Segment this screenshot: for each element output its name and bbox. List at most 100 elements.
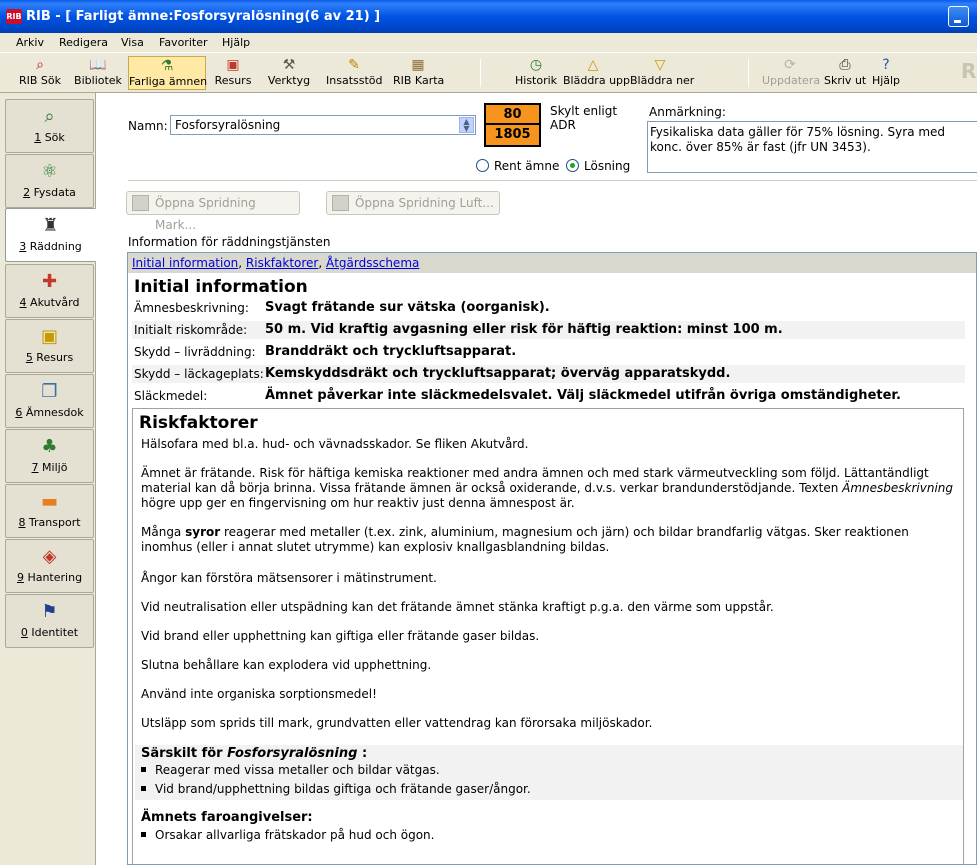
adr-un-number: 1805: [494, 127, 531, 142]
molecule-icon: ⚛: [41, 161, 58, 182]
toolbar-verktyg-button[interactable]: ⚒ Verktyg: [266, 56, 312, 90]
risk-paragraph: Vid brand eller upphettning kan giftiga …: [141, 629, 540, 643]
toolbar-hjalp-button[interactable]: ? Hjälp: [870, 56, 902, 90]
toolbar-uppdatera-button[interactable]: ⟳ Uppdatera: [762, 56, 820, 90]
risk-factors-box: Riskfaktorer Hälsofara med bl.a. hud- oc…: [132, 408, 964, 864]
toolbar-separator: [748, 59, 749, 87]
update-icon: ⟳: [784, 57, 796, 73]
toolbar-skriv-ut-button[interactable]: ⎙ Skriv ut: [824, 56, 866, 90]
risk-factors-title: Riskfaktorer: [139, 413, 258, 433]
info-row: Skydd – läckageplats: Kemskyddsdräkt och …: [132, 365, 965, 383]
info-panel[interactable]: Initial information, Riskfaktorer, Åtgär…: [127, 252, 977, 865]
toolbar-resurs-button[interactable]: ▣ Resurs: [212, 56, 254, 90]
radio-circle[interactable]: [476, 159, 489, 172]
menu-hjalp[interactable]: Hjälp: [222, 36, 250, 49]
title-bar[interactable]: RIB RIB - [ Farligt ämne:Fosforsyralösni…: [0, 0, 977, 33]
menu-arkiv[interactable]: Arkiv: [16, 36, 44, 49]
toolbar-separator: [480, 59, 481, 87]
risk-paragraph: Ångor kan förstöra mätsensorer i mätinst…: [141, 571, 437, 585]
risk-paragraph: Utsläpp som sprids till mark, grundvatte…: [141, 716, 653, 730]
hazard-statements-title: Ämnets faroangivelser:: [141, 810, 313, 825]
nav-tab-hantering[interactable]: ◈ 9 Hantering: [5, 539, 94, 593]
bullet-square-icon: [141, 786, 146, 791]
bullet-item: Reagerar med vissa metaller och bildar v…: [141, 763, 440, 777]
toolbar-farliga-amnen-button[interactable]: ⚗ Farliga ämnen: [128, 56, 207, 90]
remark-label: Anmärkning:: [649, 105, 726, 119]
left-nav: ⌕ 1 Sök ⚛ 2 Fysdata ♜ 3 Räddning ✚ 4 Aku…: [0, 93, 96, 865]
nav-tab-sok[interactable]: ⌕ 1 Sök: [5, 99, 94, 153]
name-label: Namn:: [128, 119, 168, 133]
special-title: Särskilt för Fosforsyralösning :: [141, 746, 368, 761]
spinner-icon[interactable]: ▲ ▼: [459, 117, 474, 133]
adr-hazard-number: 80: [486, 105, 539, 125]
rib-watermark-logo: RI: [961, 59, 977, 83]
risk-paragraph: Många syror reagerar med metaller (t.ex.…: [141, 525, 909, 554]
search-icon: ⌕: [44, 106, 55, 127]
resource-icon: ▣: [226, 57, 240, 73]
risk-paragraph: Hälsofara med bl.a. hud- och vävnadsskad…: [141, 437, 529, 451]
menu-bar: Arkiv Redigera Visa Favoriter Hjälp: [0, 33, 977, 52]
rib-search-icon: ⌕: [36, 57, 44, 73]
arrow-down-icon: ▽: [654, 57, 666, 73]
divider: [128, 180, 977, 181]
nav-tab-raddning[interactable]: ♜ 3 Räddning: [5, 208, 96, 262]
tools-icon: ⚒: [282, 57, 296, 73]
link-riskfaktorer[interactable]: Riskfaktorer: [246, 256, 318, 270]
link-atgardsschema[interactable]: Åtgärdsschema: [326, 256, 419, 270]
toolbar-historik-button[interactable]: ◷ Historik: [515, 56, 557, 90]
radio-circle-selected[interactable]: [566, 159, 579, 172]
checklist-icon: ✎: [348, 57, 360, 73]
bullet-item: Vid brand/upphettning bildas giftiga och…: [141, 782, 531, 796]
bullet-square-icon: [141, 767, 146, 772]
risk-paragraph: Ämnet är frätande. Risk för häftiga kemi…: [141, 466, 954, 510]
open-spread-ground-button[interactable]: Öppna Spridning Mark...: [126, 191, 300, 232]
link-initial-information[interactable]: Initial information: [132, 256, 238, 270]
flags-icon: ⚑: [41, 601, 58, 622]
info-row: Släckmedel: Ämnet påverkar inte släckmede…: [134, 388, 901, 403]
adr-plate-label: Skylt enligt ADR: [550, 104, 618, 132]
resource-icon: ▣: [40, 326, 58, 347]
menu-visa[interactable]: Visa: [121, 36, 144, 49]
toolbar-rib-karta-button[interactable]: ▦ RIB Karta: [393, 56, 444, 90]
info-row: Initialt riskområde: 50 m. Vid kraftig av…: [132, 321, 965, 339]
nav-tab-transport[interactable]: ▬ 8 Transport: [5, 484, 94, 538]
rib-app-icon[interactable]: RIB: [6, 9, 22, 24]
minimize-button[interactable]: [948, 6, 969, 27]
radio-losning[interactable]: Lösning: [566, 159, 630, 173]
toolbar: ⌕ RIB Sök 📖 Bibliotek ⚗ Farliga ämnen ▣ …: [0, 52, 977, 93]
nav-tab-amnesdok[interactable]: ❐ 6 Ämnesdok: [5, 374, 94, 428]
window-title: RIB - [ Farligt ämne:Fosforsyralösning(6…: [26, 9, 381, 24]
printer-icon: ⎙: [839, 57, 851, 73]
info-row: Skydd – livräddning: Branddräkt och tryck…: [134, 344, 517, 359]
open-spread-air-button[interactable]: Öppna Spridning Luft...: [326, 191, 500, 215]
toolbar-insatsstod-button[interactable]: ✎ Insatsstöd: [326, 56, 383, 90]
nav-tab-akutvard[interactable]: ✚ 4 Akutvård: [5, 264, 94, 318]
toolbar-bladdra-upp-button[interactable]: △ Bläddra upp: [563, 56, 630, 90]
help-icon: ?: [882, 57, 890, 73]
substance-name-combobox[interactable]: Fosforsyralösning ▲ ▼: [170, 115, 476, 135]
toolbar-bibliotek-button[interactable]: 📖 Bibliotek: [74, 56, 122, 90]
nav-tab-resurs[interactable]: ▣ 5 Resurs: [5, 319, 94, 373]
transport-icon: ▬: [40, 491, 58, 512]
history-icon: ◷: [529, 57, 543, 73]
toolbar-bladdra-ner-button[interactable]: ▽ Bläddra ner: [630, 56, 694, 90]
section-links: Initial information, Riskfaktorer, Åtgär…: [128, 253, 976, 273]
flask-icon: ⚗: [160, 58, 174, 74]
info-row: Ämnesbeskrivning: Svagt frätande sur väts…: [134, 300, 550, 315]
nav-tab-identitet[interactable]: ⚑ 0 Identitet: [5, 594, 94, 648]
substance-name-value: Fosforsyralösning: [175, 118, 281, 132]
remark-textbox[interactable]: Fysikaliska data gäller för 75% lösning.…: [647, 121, 977, 173]
first-aid-icon: ✚: [41, 271, 58, 292]
radio-rent-amne[interactable]: Rent ämne: [476, 159, 559, 173]
risk-paragraph: Vid neutralisation eller utspädning kan …: [141, 600, 774, 614]
bullet-item: Orsakar allvarliga frätskador på hud och…: [141, 828, 434, 842]
toolbar-rib-sok-button[interactable]: ⌕ RIB Sök: [14, 56, 66, 90]
main-panel: Namn: Fosforsyralösning ▲ ▼ 80 1805 Skylt…: [96, 93, 977, 865]
risk-paragraph: Använd inte organiska sorptionsmedel!: [141, 687, 377, 701]
menu-favoriter[interactable]: Favoriter: [159, 36, 207, 49]
nav-tab-fysdata[interactable]: ⚛ 2 Fysdata: [5, 154, 94, 208]
documents-icon: ❐: [41, 381, 58, 402]
nav-tab-miljo[interactable]: ♣ 7 Miljö: [5, 429, 94, 483]
menu-redigera[interactable]: Redigera: [59, 36, 108, 49]
info-heading: Information för räddningstjänsten: [128, 235, 331, 249]
